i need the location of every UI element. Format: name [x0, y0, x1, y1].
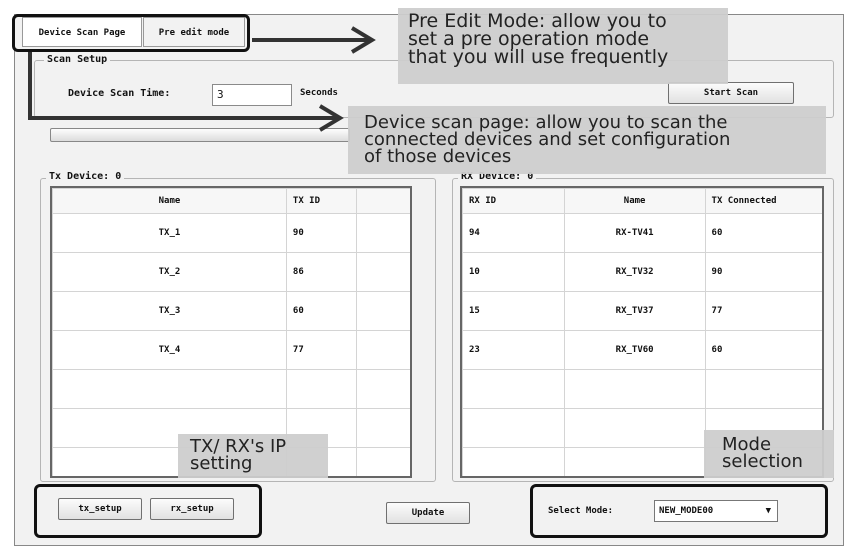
annotation-arrows [28, 26, 376, 132]
scan-page-arrow-line [28, 52, 338, 120]
